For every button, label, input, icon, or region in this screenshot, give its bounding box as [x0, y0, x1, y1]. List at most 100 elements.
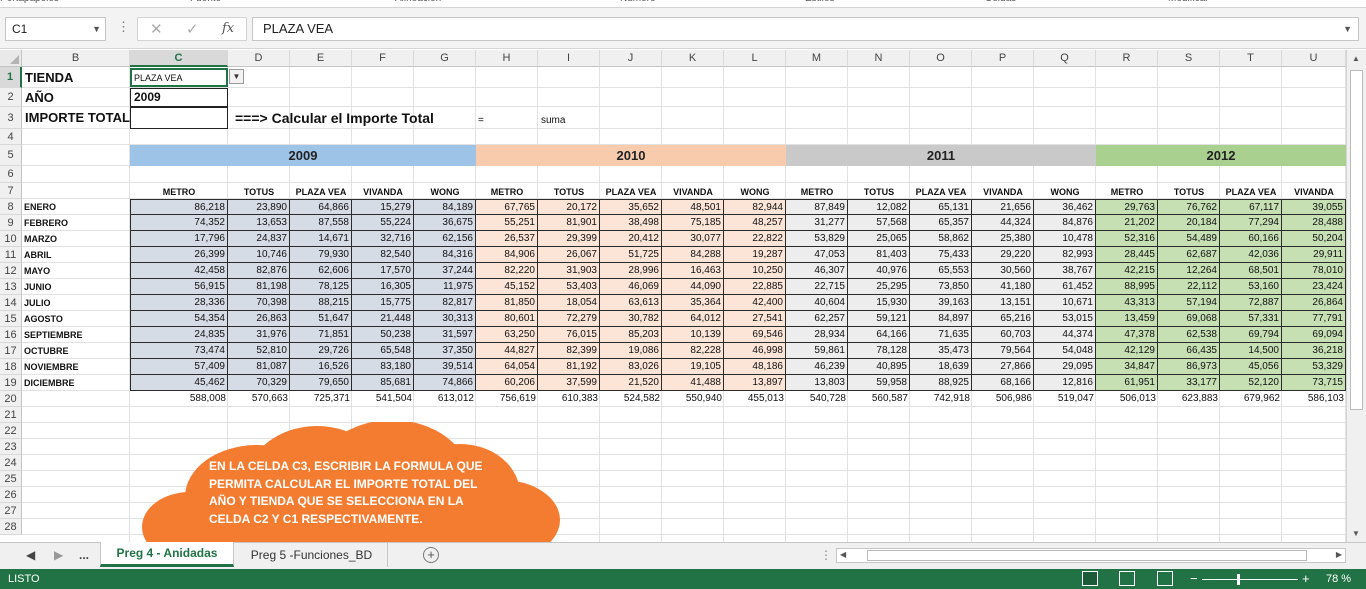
row-header-21[interactable]: 21: [0, 407, 22, 423]
data-cell[interactable]: 53,829: [786, 231, 848, 247]
data-cell[interactable]: 30,782: [600, 311, 662, 327]
data-cell[interactable]: 75,433: [910, 247, 972, 263]
data-cell[interactable]: 71,851: [290, 327, 352, 343]
data-cell[interactable]: 29,911: [1282, 247, 1346, 263]
row-header-8[interactable]: 8: [0, 199, 22, 215]
data-cell[interactable]: 23,890: [228, 199, 290, 215]
data-cell[interactable]: 51,725: [600, 247, 662, 263]
data-cell[interactable]: 46,998: [724, 343, 786, 359]
data-cell[interactable]: 81,403: [848, 247, 910, 263]
data-cell[interactable]: 82,817: [414, 295, 476, 311]
total-cell[interactable]: 610,383: [538, 391, 600, 407]
vertical-scrollbar[interactable]: ▲ ▼: [1346, 50, 1366, 542]
data-cell[interactable]: 85,203: [600, 327, 662, 343]
column-header-k[interactable]: K: [662, 50, 724, 67]
data-cell[interactable]: 48,186: [724, 359, 786, 375]
horizontal-scroll-thumb[interactable]: [867, 550, 1307, 561]
column-header-p[interactable]: P: [972, 50, 1034, 67]
data-cell[interactable]: 45,056: [1220, 359, 1282, 375]
page-layout-icon[interactable]: [1119, 571, 1135, 586]
data-cell[interactable]: 12,816: [1034, 375, 1096, 391]
data-cell[interactable]: 80,601: [476, 311, 538, 327]
data-cell[interactable]: 16,526: [290, 359, 352, 375]
data-cell[interactable]: 45,462: [130, 375, 228, 391]
data-cell[interactable]: 70,329: [228, 375, 290, 391]
data-cell[interactable]: 84,897: [910, 311, 972, 327]
column-header-i[interactable]: I: [538, 50, 600, 67]
data-cell[interactable]: 75,185: [662, 215, 724, 231]
data-cell[interactable]: 87,558: [290, 215, 352, 231]
data-cell[interactable]: 47,053: [786, 247, 848, 263]
tab-ellipsis[interactable]: ...: [79, 548, 89, 562]
zoom-out-icon[interactable]: −: [1190, 571, 1198, 586]
column-header-b[interactable]: B: [22, 50, 130, 67]
formula-bar-grip-icon[interactable]: ⋮: [117, 19, 130, 35]
data-cell[interactable]: 14,500: [1220, 343, 1282, 359]
data-cell[interactable]: 81,192: [538, 359, 600, 375]
row-header-14[interactable]: 14: [0, 295, 22, 311]
data-cell[interactable]: 30,560: [972, 263, 1034, 279]
data-cell[interactable]: 41,488: [662, 375, 724, 391]
row-header-20[interactable]: 20: [0, 391, 22, 407]
data-cell[interactable]: 24,835: [130, 327, 228, 343]
total-cell[interactable]: 623,883: [1158, 391, 1220, 407]
data-cell[interactable]: 26,399: [130, 247, 228, 263]
data-cell[interactable]: 82,993: [1034, 247, 1096, 263]
row-header-22[interactable]: 22: [0, 423, 22, 439]
row-header-24[interactable]: 24: [0, 455, 22, 471]
data-cell[interactable]: 30,313: [414, 311, 476, 327]
column-header-m[interactable]: M: [786, 50, 848, 67]
data-cell[interactable]: 10,478: [1034, 231, 1096, 247]
split-handle-icon[interactable]: ⋮: [820, 548, 832, 562]
data-cell[interactable]: 61,951: [1096, 375, 1158, 391]
row-header-2[interactable]: 2: [0, 88, 22, 107]
data-cell[interactable]: 51,647: [290, 311, 352, 327]
data-cell[interactable]: 64,012: [662, 311, 724, 327]
scroll-down-icon[interactable]: ▼: [1352, 529, 1360, 538]
data-cell[interactable]: 16,463: [662, 263, 724, 279]
data-cell[interactable]: 31,597: [414, 327, 476, 343]
store-select-cell[interactable]: PLAZA VEA: [130, 68, 228, 87]
data-cell[interactable]: 84,316: [414, 247, 476, 263]
data-cell[interactable]: 27,866: [972, 359, 1034, 375]
data-cell[interactable]: 69,794: [1220, 327, 1282, 343]
data-cell[interactable]: 65,216: [972, 311, 1034, 327]
total-cell[interactable]: 540,728: [786, 391, 848, 407]
data-cell[interactable]: 38,498: [600, 215, 662, 231]
data-cell[interactable]: 37,244: [414, 263, 476, 279]
data-cell[interactable]: 31,976: [228, 327, 290, 343]
tab-next-icon[interactable]: ▶: [54, 548, 63, 562]
data-cell[interactable]: 73,474: [130, 343, 228, 359]
column-header-t[interactable]: T: [1220, 50, 1282, 67]
data-cell[interactable]: 63,613: [600, 295, 662, 311]
data-cell[interactable]: 29,220: [972, 247, 1034, 263]
data-cell[interactable]: 30,077: [662, 231, 724, 247]
data-cell[interactable]: 25,065: [848, 231, 910, 247]
data-cell[interactable]: 21,202: [1096, 215, 1158, 231]
data-cell[interactable]: 29,726: [290, 343, 352, 359]
add-sheet-icon[interactable]: +: [423, 547, 439, 563]
data-cell[interactable]: 64,866: [290, 199, 352, 215]
data-cell[interactable]: 78,125: [290, 279, 352, 295]
data-cell[interactable]: 68,501: [1220, 263, 1282, 279]
scroll-left-icon[interactable]: ◀: [840, 550, 846, 559]
data-cell[interactable]: 65,553: [910, 263, 972, 279]
data-cell[interactable]: 50,238: [352, 327, 414, 343]
row-header-16[interactable]: 16: [0, 327, 22, 343]
zoom-in-icon[interactable]: +: [1302, 571, 1310, 586]
data-cell[interactable]: 15,775: [352, 295, 414, 311]
data-cell[interactable]: 17,570: [352, 263, 414, 279]
data-cell[interactable]: 20,172: [538, 199, 600, 215]
data-cell[interactable]: 19,086: [600, 343, 662, 359]
row-header-13[interactable]: 13: [0, 279, 22, 295]
horizontal-scrollbar[interactable]: ◀ ▶: [836, 548, 1346, 563]
data-cell[interactable]: 77,294: [1220, 215, 1282, 231]
data-cell[interactable]: 47,378: [1096, 327, 1158, 343]
data-cell[interactable]: 11,975: [414, 279, 476, 295]
row-header-25[interactable]: 25: [0, 471, 22, 487]
data-cell[interactable]: 65,357: [910, 215, 972, 231]
data-cell[interactable]: 52,316: [1096, 231, 1158, 247]
data-cell[interactable]: 82,228: [662, 343, 724, 359]
row-header-3[interactable]: 3: [0, 107, 22, 129]
data-cell[interactable]: 72,279: [538, 311, 600, 327]
